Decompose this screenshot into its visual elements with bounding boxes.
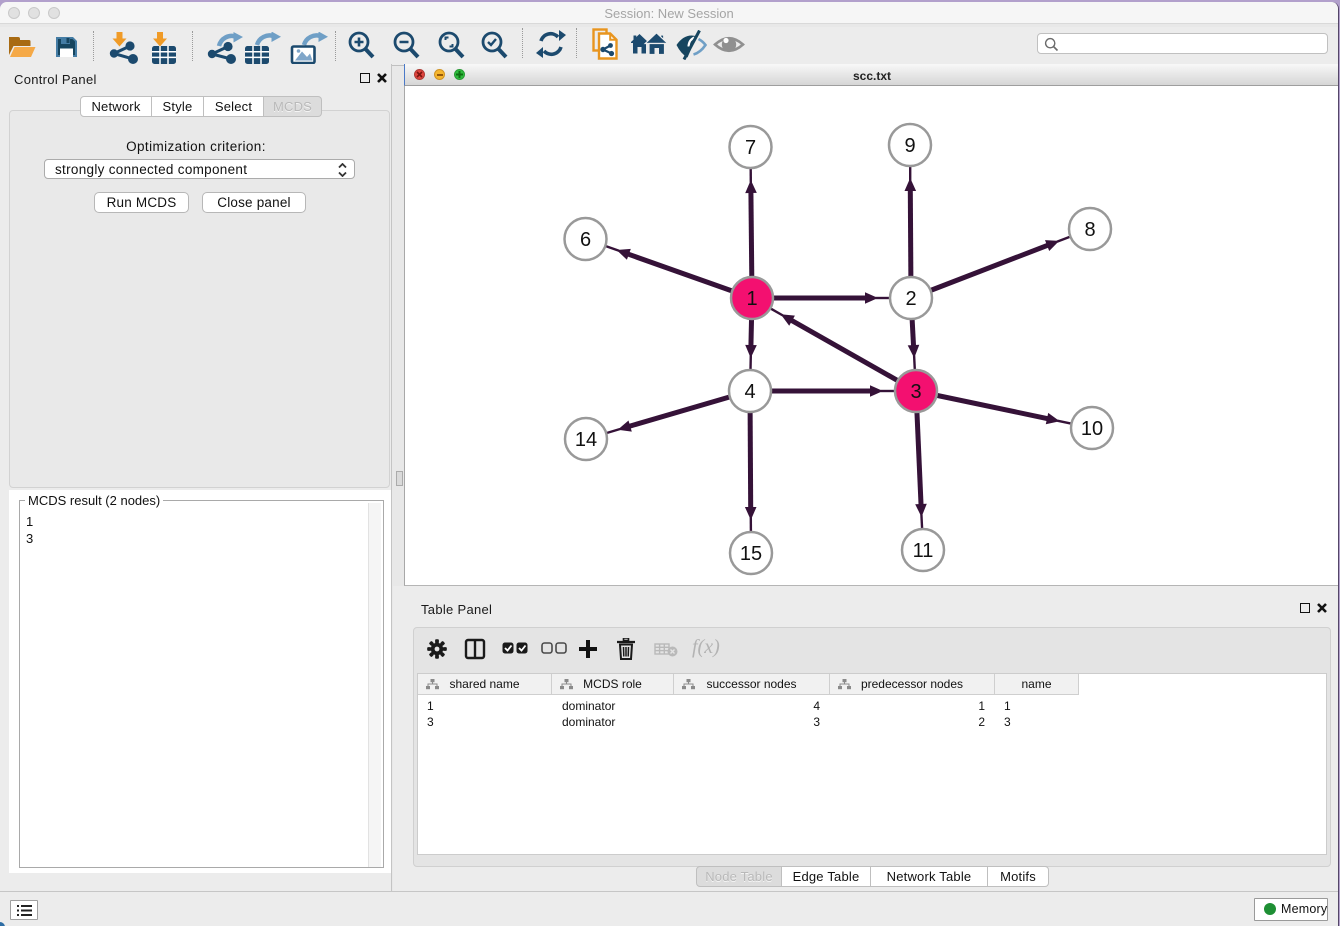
- svg-text:8: 8: [1084, 219, 1095, 241]
- svg-text:11: 11: [913, 540, 934, 562]
- svg-text:15: 15: [740, 543, 762, 565]
- svg-text:4: 4: [744, 381, 755, 403]
- svg-text:9: 9: [904, 135, 915, 157]
- svg-text:1: 1: [746, 288, 757, 310]
- svg-text:14: 14: [575, 429, 597, 451]
- svg-text:10: 10: [1081, 418, 1103, 440]
- svg-text:2: 2: [905, 288, 916, 310]
- svg-text:6: 6: [580, 229, 591, 251]
- svg-text:3: 3: [910, 381, 921, 403]
- svg-text:7: 7: [745, 137, 756, 159]
